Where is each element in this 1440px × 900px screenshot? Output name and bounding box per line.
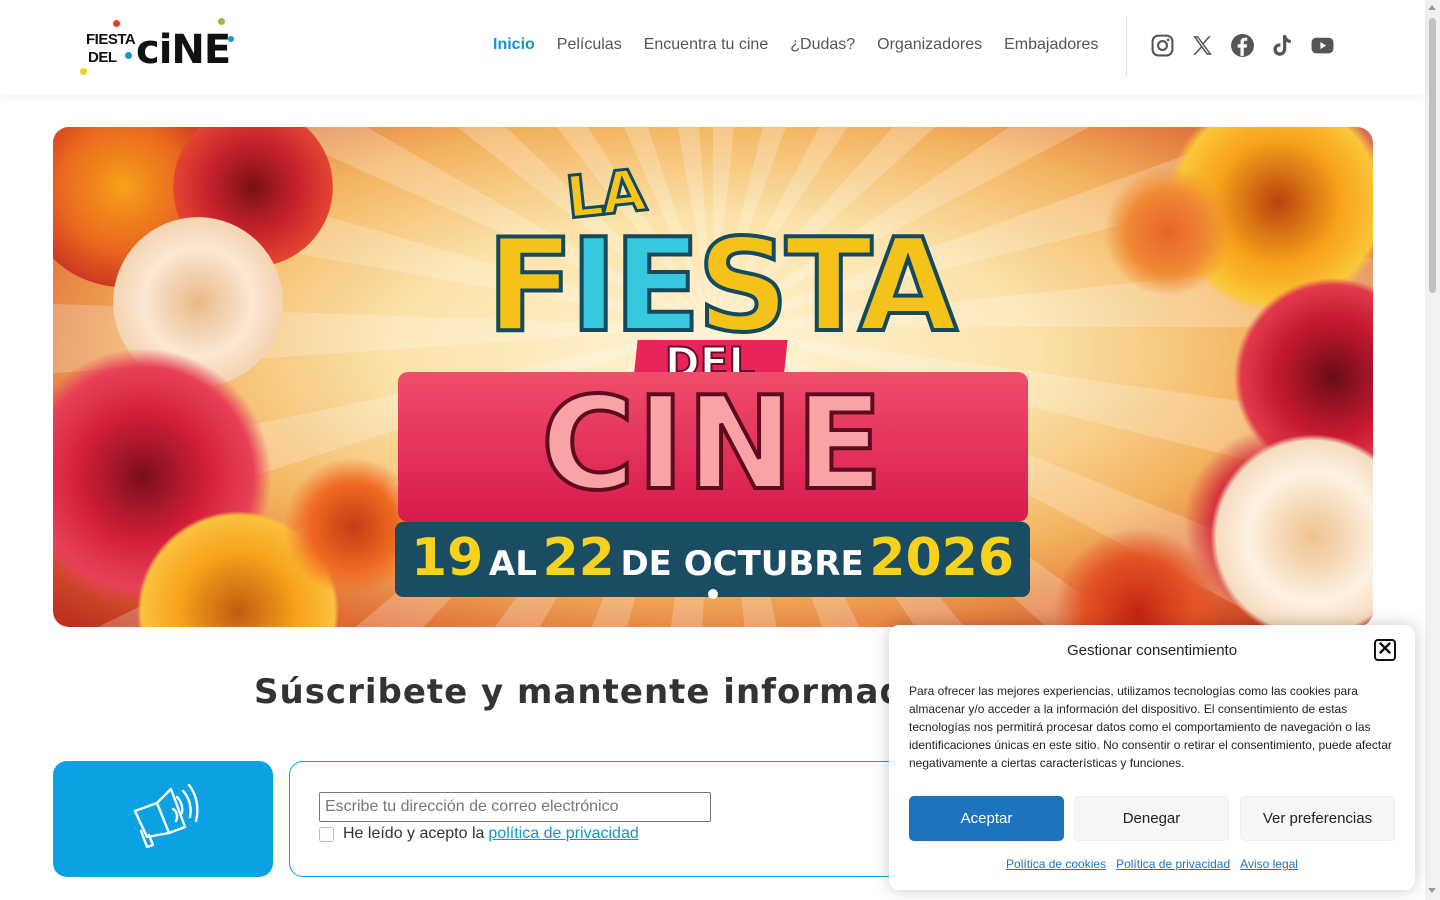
nav-divider <box>1126 18 1127 76</box>
social-links <box>1150 33 1335 58</box>
megaphone-box <box>53 761 273 877</box>
nav-item-peliculas[interactable]: Películas <box>557 36 622 54</box>
consent-title: Gestionar consentimiento <box>1066 642 1238 659</box>
site-logo[interactable]: FIESTA DEL ciNE <box>80 16 240 80</box>
facebook-icon[interactable] <box>1230 33 1255 58</box>
site-header: FIESTA DEL ciNE Inicio Películas Encuent… <box>0 0 1425 95</box>
banner-title-artwork: LA FIESTA DEL CINE 19 AL 22 DE OCTUBRE 2… <box>53 127 1373 627</box>
hero-carousel: LA FIESTA DEL CINE 19 AL 22 DE OCTUBRE 2… <box>53 127 1373 627</box>
logo-text-cine: ciNE <box>136 27 231 73</box>
banner-date-day-start: 19 <box>410 528 484 588</box>
x-icon[interactable] <box>1190 33 1215 58</box>
accept-button[interactable]: Aceptar <box>909 796 1064 841</box>
youtube-icon[interactable] <box>1310 33 1335 58</box>
deny-button[interactable]: Denegar <box>1074 796 1229 841</box>
banner-date-al: AL <box>488 544 537 584</box>
privacy-consent-row: He leído y acepto la política de privaci… <box>319 825 639 843</box>
close-icon <box>1379 642 1391 658</box>
banner-date: 19 AL 22 DE OCTUBRE 2026 <box>395 528 1030 588</box>
banner-date-year: 2026 <box>869 528 1015 588</box>
consent-links: Política de cookies Política de privacid… <box>889 857 1415 871</box>
subscribe-heading: Súscribete y mantente informado de <box>254 672 992 712</box>
privacy-consent-label: He leído y acepto la <box>343 825 485 842</box>
nav-item-inicio[interactable]: Inicio <box>493 36 535 54</box>
privacy-policy-link[interactable]: Política de privacidad <box>1116 857 1230 871</box>
banner-date-day-end: 22 <box>542 528 615 588</box>
megaphone-icon <box>127 783 199 856</box>
nav-item-encuentra-tu-cine[interactable]: Encuentra tu cine <box>644 36 769 54</box>
instagram-icon[interactable] <box>1150 33 1175 58</box>
logo-dot-cyan <box>228 36 234 42</box>
email-field[interactable] <box>319 792 711 822</box>
legal-notice-link[interactable]: Aviso legal <box>1240 857 1298 871</box>
banner-date-month: DE OCTUBRE <box>620 544 864 584</box>
main-navigation: Inicio Películas Encuentra tu cine ¿Duda… <box>482 36 1109 54</box>
nav-item-organizadores[interactable]: Organizadores <box>877 36 982 54</box>
logo-dot-green <box>218 18 225 25</box>
tiktok-icon[interactable] <box>1270 33 1295 58</box>
logo-dot-blue <box>125 52 132 59</box>
nav-item-embajadores[interactable]: Embajadores <box>1004 36 1098 54</box>
banner-text-cine: CINE <box>539 368 886 521</box>
view-preferences-button[interactable]: Ver preferencias <box>1240 796 1395 841</box>
privacy-checkbox[interactable] <box>319 826 334 842</box>
logo-dot-yellow <box>80 68 87 75</box>
cookie-policy-link[interactable]: Política de cookies <box>1006 857 1106 871</box>
cookie-consent-dialog: Gestionar consentimiento Para ofrecer la… <box>889 625 1415 890</box>
logo-dot-red <box>113 20 120 27</box>
scrollbar-thumb[interactable] <box>1429 18 1436 293</box>
banner-letter-f: F <box>484 210 575 363</box>
subscribe-form: He leído y acepto la política de privaci… <box>289 761 929 877</box>
close-button[interactable] <box>1374 639 1396 661</box>
logo-text-fiesta: FIESTA <box>86 31 136 48</box>
consent-description: Para ofrecer las mejores experiencias, u… <box>909 684 1392 770</box>
nav-item-dudas[interactable]: ¿Dudas? <box>790 36 855 54</box>
carousel-dot-active[interactable] <box>708 589 718 599</box>
scroll-up-arrow-icon[interactable] <box>1428 5 1436 10</box>
page-scrollbar[interactable] <box>1425 0 1440 900</box>
logo-text-del: DEL <box>88 49 117 66</box>
scroll-down-arrow-icon[interactable] <box>1428 888 1436 893</box>
privacy-policy-link[interactable]: política de privacidad <box>488 825 638 843</box>
